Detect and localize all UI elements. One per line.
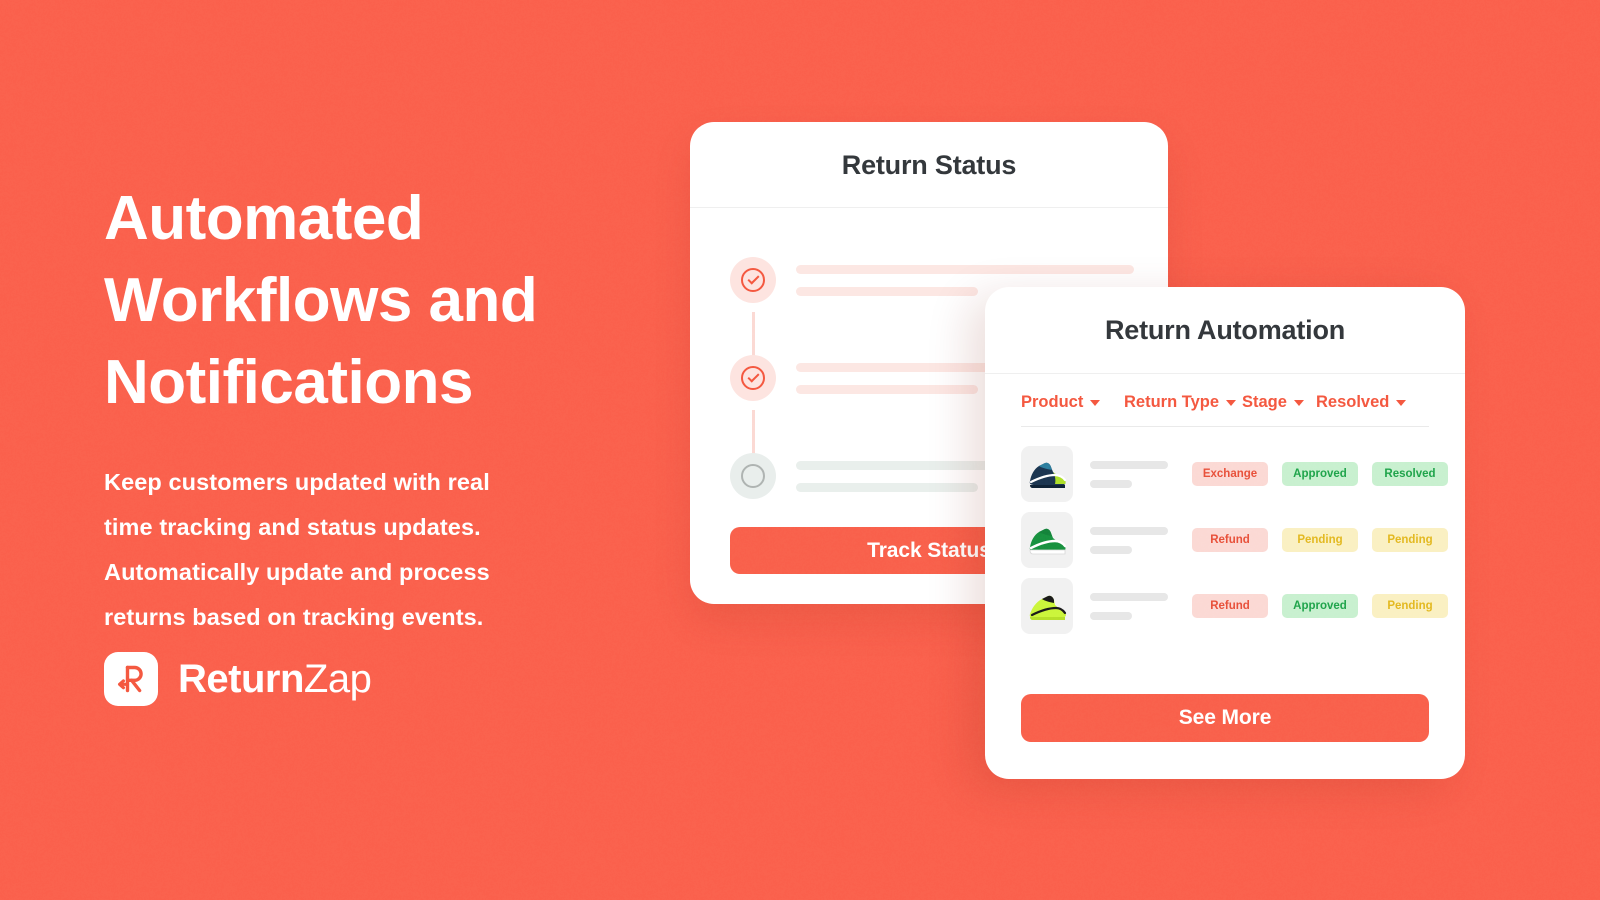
status-badge-resolved: Resolved — [1372, 462, 1448, 486]
filter-stage[interactable]: Stage — [1242, 393, 1316, 412]
status-badge-resolved: Pending — [1372, 594, 1448, 618]
placeholder-bar — [1090, 546, 1132, 554]
brand-logo: ReturnZap — [104, 652, 371, 706]
status-badge-return-type: Exchange — [1192, 462, 1268, 486]
status-badge-return-type: Refund — [1192, 594, 1268, 618]
placeholder-bar — [796, 483, 978, 492]
empty-circle-icon — [730, 453, 776, 499]
status-badge-return-type: Refund — [1192, 528, 1268, 552]
return-automation-card: Return Automation Product Return Type St… — [985, 287, 1465, 779]
placeholder-bar — [1090, 612, 1132, 620]
hero-subcopy: Keep customers updated with real time tr… — [104, 460, 724, 640]
return-status-card-title: Return Status — [690, 122, 1168, 181]
filter-bar: Product Return Type Stage Resolved — [985, 374, 1465, 412]
check-circle-icon — [730, 257, 776, 303]
status-badge-stage: Pending — [1282, 528, 1358, 552]
hero-copy-panel: Automated Workflows and Notifications Ke… — [104, 178, 724, 640]
row-badges: Refund Pending Pending — [1192, 528, 1448, 552]
status-badge-resolved: Pending — [1372, 528, 1448, 552]
filter-return-type[interactable]: Return Type — [1124, 393, 1242, 412]
placeholder-bar — [796, 385, 978, 394]
row-badges: Refund Approved Pending — [1192, 594, 1448, 618]
status-badge-stage: Approved — [1282, 594, 1358, 618]
placeholder-bar — [796, 265, 1134, 274]
navy-teal-running-shoe-icon — [1021, 446, 1073, 502]
placeholder-bar — [1090, 480, 1132, 488]
table-row[interactable]: Exchange Approved Resolved — [985, 441, 1465, 507]
placeholder-bar — [796, 287, 978, 296]
table-row[interactable]: Refund Pending Pending — [985, 507, 1465, 573]
returns-table: Exchange Approved Resolved Refund Pendin… — [985, 427, 1465, 639]
filter-resolved-label: Resolved — [1316, 393, 1389, 412]
filter-return-type-label: Return Type — [1124, 393, 1219, 412]
row-badges: Exchange Approved Resolved — [1192, 462, 1448, 486]
neon-yellow-sneaker-icon — [1021, 578, 1073, 634]
status-badge-stage: Approved — [1282, 462, 1358, 486]
logo-word-return: Return — [178, 657, 304, 701]
return-automation-card-title: Return Automation — [985, 287, 1465, 346]
chevron-down-icon — [1396, 400, 1406, 406]
chevron-down-icon — [1226, 400, 1236, 406]
placeholder-bar — [1090, 461, 1168, 469]
filter-product[interactable]: Product — [1021, 393, 1124, 412]
returnzap-r-arrow-logo — [104, 652, 158, 706]
chevron-down-icon — [1090, 400, 1100, 406]
row-placeholder — [1090, 461, 1168, 488]
filter-product-label: Product — [1021, 393, 1083, 412]
check-circle-icon — [730, 355, 776, 401]
placeholder-bar — [1090, 593, 1168, 601]
row-placeholder — [1090, 527, 1168, 554]
see-more-button[interactable]: See More — [1021, 694, 1429, 742]
filter-stage-label: Stage — [1242, 393, 1287, 412]
placeholder-bar — [1090, 527, 1168, 535]
filter-resolved[interactable]: Resolved — [1316, 393, 1406, 412]
table-row[interactable]: Refund Approved Pending — [985, 573, 1465, 639]
page-title: Automated Workflows and Notifications — [104, 178, 724, 424]
logo-wordmark: ReturnZap — [178, 659, 371, 699]
green-white-sneaker-icon — [1021, 512, 1073, 568]
logo-word-zap: Zap — [304, 657, 371, 701]
row-placeholder — [1090, 593, 1168, 620]
chevron-down-icon — [1294, 400, 1304, 406]
